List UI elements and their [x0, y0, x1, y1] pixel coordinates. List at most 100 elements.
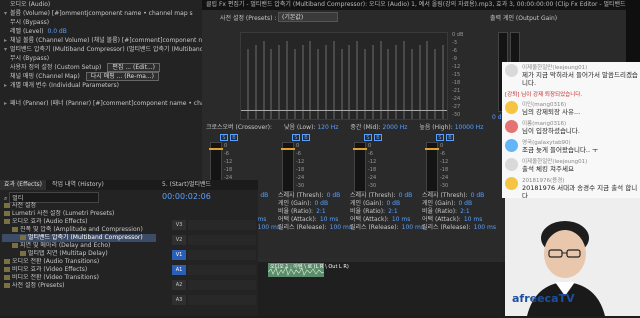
param-value[interactable]: 100 ms: [330, 224, 352, 231]
tab-effects[interactable]: 효과 (Effects): [0, 180, 47, 190]
effects-tree-item[interactable]: 사전 설정: [2, 202, 156, 210]
param-value[interactable]: 0 dB: [314, 200, 328, 207]
crossover-low-value[interactable]: 120 Hz: [317, 124, 338, 131]
bypass-button[interactable]: B: [302, 134, 310, 141]
fx-edit-button[interactable]: 다시 매핑 ... (Re-ma...): [85, 72, 159, 81]
chat-nickname[interactable]: 이제올한일만(leejeung01): [522, 63, 638, 71]
meter-tick: 0: [440, 143, 444, 149]
audio-clip[interactable]: 오디오 1 : 아텐 \ 로 (L R \ Out L R): [268, 263, 349, 277]
effects-tree-item[interactable]: 비디오 전환 (Video Transitions): [2, 274, 156, 282]
fx-control-row[interactable]: ▾ 볼륨 (Volume) [#]ommentjcomponent name • …: [0, 9, 202, 18]
threshold-marker[interactable]: [209, 148, 223, 150]
bypass-button[interactable]: B: [230, 134, 238, 141]
param-value[interactable]: 10 ms: [464, 216, 483, 223]
param-label: 어택 (Attack):: [278, 216, 317, 223]
graph-bar: [332, 41, 335, 119]
param-value[interactable]: 10 ms: [392, 216, 411, 223]
track-header-a1[interactable]: A1: [172, 265, 186, 275]
solo-button[interactable]: S: [364, 134, 372, 141]
param-value[interactable]: 0 dB: [471, 192, 485, 199]
param-value[interactable]: 0 dB: [386, 200, 400, 207]
solo-button[interactable]: S: [436, 134, 444, 141]
bypass-button[interactable]: B: [446, 134, 454, 141]
fx-control-row[interactable]: 채널 매핑 (Channel Map) 다시 매핑 ... (Re-ma...): [0, 72, 202, 81]
track-header-a2[interactable]: A2: [172, 280, 186, 290]
bypass-button[interactable]: B: [374, 134, 382, 141]
preset-select[interactable]: (기본값): [278, 12, 338, 22]
param-value[interactable]: 100 ms: [402, 224, 424, 231]
threshold-marker[interactable]: [425, 148, 439, 150]
effects-tree-item[interactable]: 비디오 효과 (Video Effects): [2, 266, 156, 274]
fx-control-row[interactable]: ▸ 개별 매개 변수 (Individual Parameters): [0, 81, 202, 90]
param-value[interactable]: 0 dB: [399, 192, 413, 199]
fx-control-row[interactable]: 사용자 정의 설정 (Custom Setup) 편집 ... (Edit...): [0, 63, 202, 72]
meter-tick: -24: [296, 175, 305, 181]
effects-tree-item[interactable]: 지연 및 메아리 (Delay and Echo): [2, 242, 156, 250]
effects-tree-label: 오디오 효과 (Audio Effects): [12, 218, 88, 225]
graph-bar: [340, 49, 343, 119]
param-value[interactable]: 100 ms: [258, 224, 280, 231]
threshold-marker[interactable]: [353, 148, 367, 150]
effects-tree-item[interactable]: Lumetri 사전 설정 (Lumetri Presets): [2, 210, 156, 218]
fx-control-label: 멀티밴드 압축기 (Multiband Compressor) (멀티밴드 압축…: [10, 46, 202, 53]
track-header-a3[interactable]: A3: [172, 295, 186, 305]
crossover-mid-value[interactable]: 2000 Hz: [383, 124, 408, 131]
chat-nickname[interactable]: 이제올한일만(leejeung01): [522, 157, 638, 165]
graph-bar: [387, 49, 390, 119]
chat-nickname[interactable]: 영국(galaxytab90): [522, 138, 638, 146]
band-param-ratio: 비율 (Ratio):2:1: [278, 208, 342, 216]
timeline-area: 오디오 1 : 아텐 \ 로 (L R \ Out L R): [258, 258, 502, 316]
param-value[interactable]: 2:1: [388, 208, 398, 215]
param-value[interactable]: 10 ms: [320, 216, 339, 223]
band-param-attack: 어택 (Attack):10 ms: [278, 216, 342, 224]
fx-control-row[interactable]: [0, 90, 202, 99]
track-header-v1[interactable]: V1: [172, 250, 186, 260]
effects-tree-item[interactable]: 오디오 효과 (Audio Effects): [2, 218, 156, 226]
effects-tree-label: 사전 설정: [12, 202, 36, 209]
crossover-low-label: 낮음 (Low):: [283, 124, 316, 131]
graph-bar: [301, 45, 304, 119]
search-icon: ⌕: [4, 195, 8, 202]
param-value[interactable]: 100 ms: [474, 224, 496, 231]
fx-control-row[interactable]: ▾ 멀티밴드 압축기 (Multiband Compressor) (멀티밴드 압…: [0, 45, 202, 54]
param-value[interactable]: 0 dB: [327, 192, 341, 199]
meter-tick: -18: [440, 167, 449, 173]
effects-tree-item[interactable]: 멀티탭 지연 (Multitap Delay): [2, 250, 156, 258]
preset-bar: 사전 설정 (Presets) : (기본값) 출력 게인 (Output Ga…: [202, 10, 626, 26]
db-tick-label: -6: [452, 48, 457, 54]
effects-tree-item[interactable]: 오디오 전환 (Audio Transitions): [2, 258, 156, 266]
fx-edit-button[interactable]: 편집 ... (Edit...): [107, 63, 161, 72]
sequence-tab[interactable]: 5. (Start)멀티밴드: [158, 180, 258, 190]
fx-control-row[interactable]: ▸ 패너 (Panner) (패너 (Panner) [#]comment]com…: [0, 99, 202, 108]
graph-bar: [364, 49, 366, 119]
threshold-marker[interactable]: [281, 148, 295, 150]
effects-tree-label: 멀티밴드 압축기 (Multiband Compressor): [28, 234, 143, 241]
chat-nickname[interactable]: 이롬(mang0316): [522, 119, 638, 127]
graph-bar: [434, 49, 437, 119]
chat-nickname[interactable]: 이인(mang0316): [522, 100, 638, 108]
solo-button[interactable]: S: [220, 134, 228, 141]
param-value[interactable]: 2:1: [316, 208, 326, 215]
param-value[interactable]: 2:1: [460, 208, 470, 215]
tab-history[interactable]: 작업 내역 (History): [48, 180, 108, 190]
effects-tree-item[interactable]: 멀티밴드 압축기 (Multiband Compressor): [2, 234, 156, 242]
chat-nickname[interactable]: 20181976(용경): [522, 176, 638, 184]
fx-control-row[interactable]: 무시 (Bypass): [0, 18, 202, 27]
fx-control-value[interactable]: 0.0 dB: [47, 28, 66, 35]
effects-tree-item[interactable]: 진폭 및 압축 (Amplitude and Compression): [2, 226, 156, 234]
track-header-v2[interactable]: V2: [172, 235, 186, 245]
param-value[interactable]: 0 dB: [458, 200, 472, 207]
sequence-timecode[interactable]: 00:00:02:06: [158, 190, 258, 203]
fx-control-row[interactable]: ▸ 채널 볼륨 (Channel Volume) (채널 볼륨) [#]comme…: [0, 36, 202, 45]
solo-button[interactable]: S: [292, 134, 300, 141]
fx-control-label: 레벨 (Level): [10, 28, 44, 35]
timeline-ruler: [258, 258, 502, 262]
fx-control-row[interactable]: 오디오 (Audio): [0, 0, 202, 9]
effects-tree-item[interactable]: 사전 설정 (Presets): [2, 282, 156, 290]
track-header-v3[interactable]: V3: [172, 220, 186, 230]
window-edge: [626, 0, 640, 62]
fx-control-row[interactable]: 무시 (Bypass): [0, 54, 202, 63]
fx-control-row[interactable]: 레벨 (Level) 0.0 dB: [0, 27, 202, 36]
crossover-high-value[interactable]: 10000 Hz: [455, 124, 484, 131]
folder-icon: [4, 203, 10, 208]
